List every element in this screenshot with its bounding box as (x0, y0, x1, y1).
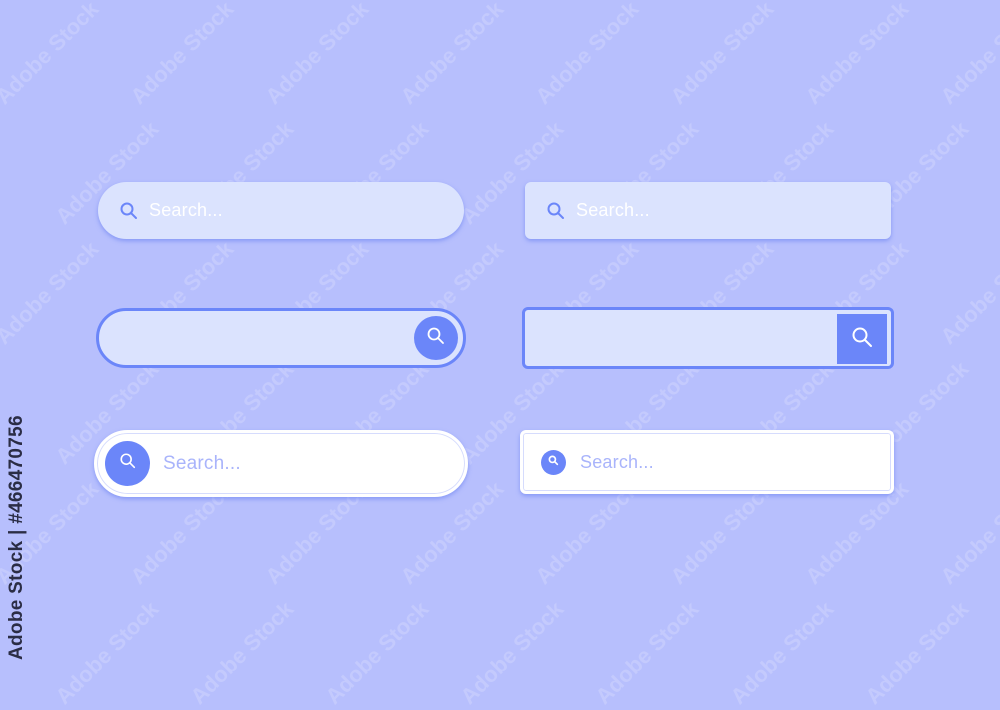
stock-watermark-diagonal: Adobe Stock (935, 236, 1000, 350)
stock-watermark-diagonal: Adobe Stock (260, 0, 374, 110)
search-placeholder: Search... (149, 200, 223, 220)
stock-watermark-diagonal: Adobe Stock (0, 0, 104, 110)
search-icon (119, 201, 139, 221)
stock-watermark-vertical: Adobe Stock | #466470756 (6, 415, 27, 660)
search-icon (546, 201, 566, 221)
search-button[interactable] (541, 449, 566, 475)
search-placeholder: Search... (576, 200, 650, 220)
search-bar-rect-soft[interactable]: Search... (525, 182, 891, 239)
search-placeholder: Search... (580, 451, 654, 472)
stock-watermark-diagonal: Adobe Stock (395, 0, 509, 110)
stock-watermark-diagonal: Adobe Stock (0, 236, 104, 350)
stock-watermark-diagonal: Adobe Stock (320, 596, 434, 710)
search-icon (119, 452, 137, 475)
stock-watermark-diagonal: Adobe Stock (590, 596, 704, 710)
search-button[interactable] (414, 316, 458, 360)
search-button[interactable] (837, 314, 887, 364)
stock-watermark-diagonal: Adobe Stock (860, 596, 974, 710)
stock-watermark-diagonal: Adobe Stock (125, 0, 239, 110)
stock-watermark-diagonal: Adobe Stock (935, 0, 1000, 110)
search-bar-pill-white: Search... (94, 430, 468, 497)
search-icon (426, 326, 446, 351)
search-placeholder: Search... (163, 452, 241, 474)
stock-watermark-diagonal: Adobe Stock (185, 596, 299, 710)
search-bar-rect-white: Search... (520, 430, 894, 494)
stock-watermark-diagonal: Adobe Stock (800, 0, 914, 110)
search-input[interactable]: Search... (150, 433, 465, 494)
search-icon (548, 453, 559, 471)
stock-watermark-diagonal: Adobe Stock (50, 596, 164, 710)
stock-watermark-diagonal: Adobe Stock (725, 596, 839, 710)
search-button[interactable] (105, 441, 150, 486)
stock-watermark-diagonal: Adobe Stock (995, 356, 1000, 470)
stock-watermark-diagonal: Adobe Stock (530, 0, 644, 110)
stock-watermark-diagonal: Adobe Stock (995, 596, 1000, 710)
search-icon (850, 325, 874, 354)
search-input[interactable] (99, 311, 463, 365)
search-bar-pill-outlined (96, 308, 466, 368)
stock-watermark-diagonal: Adobe Stock (665, 0, 779, 110)
search-input[interactable]: Search... (566, 433, 891, 491)
stock-watermark-diagonal: Adobe Stock (935, 476, 1000, 590)
stock-watermark-diagonal: Adobe Stock (455, 596, 569, 710)
stock-watermark-diagonal: Adobe Stock (995, 116, 1000, 230)
search-bar-rect-outlined (522, 307, 894, 369)
search-bar-pill-soft[interactable]: Search... (98, 182, 464, 239)
